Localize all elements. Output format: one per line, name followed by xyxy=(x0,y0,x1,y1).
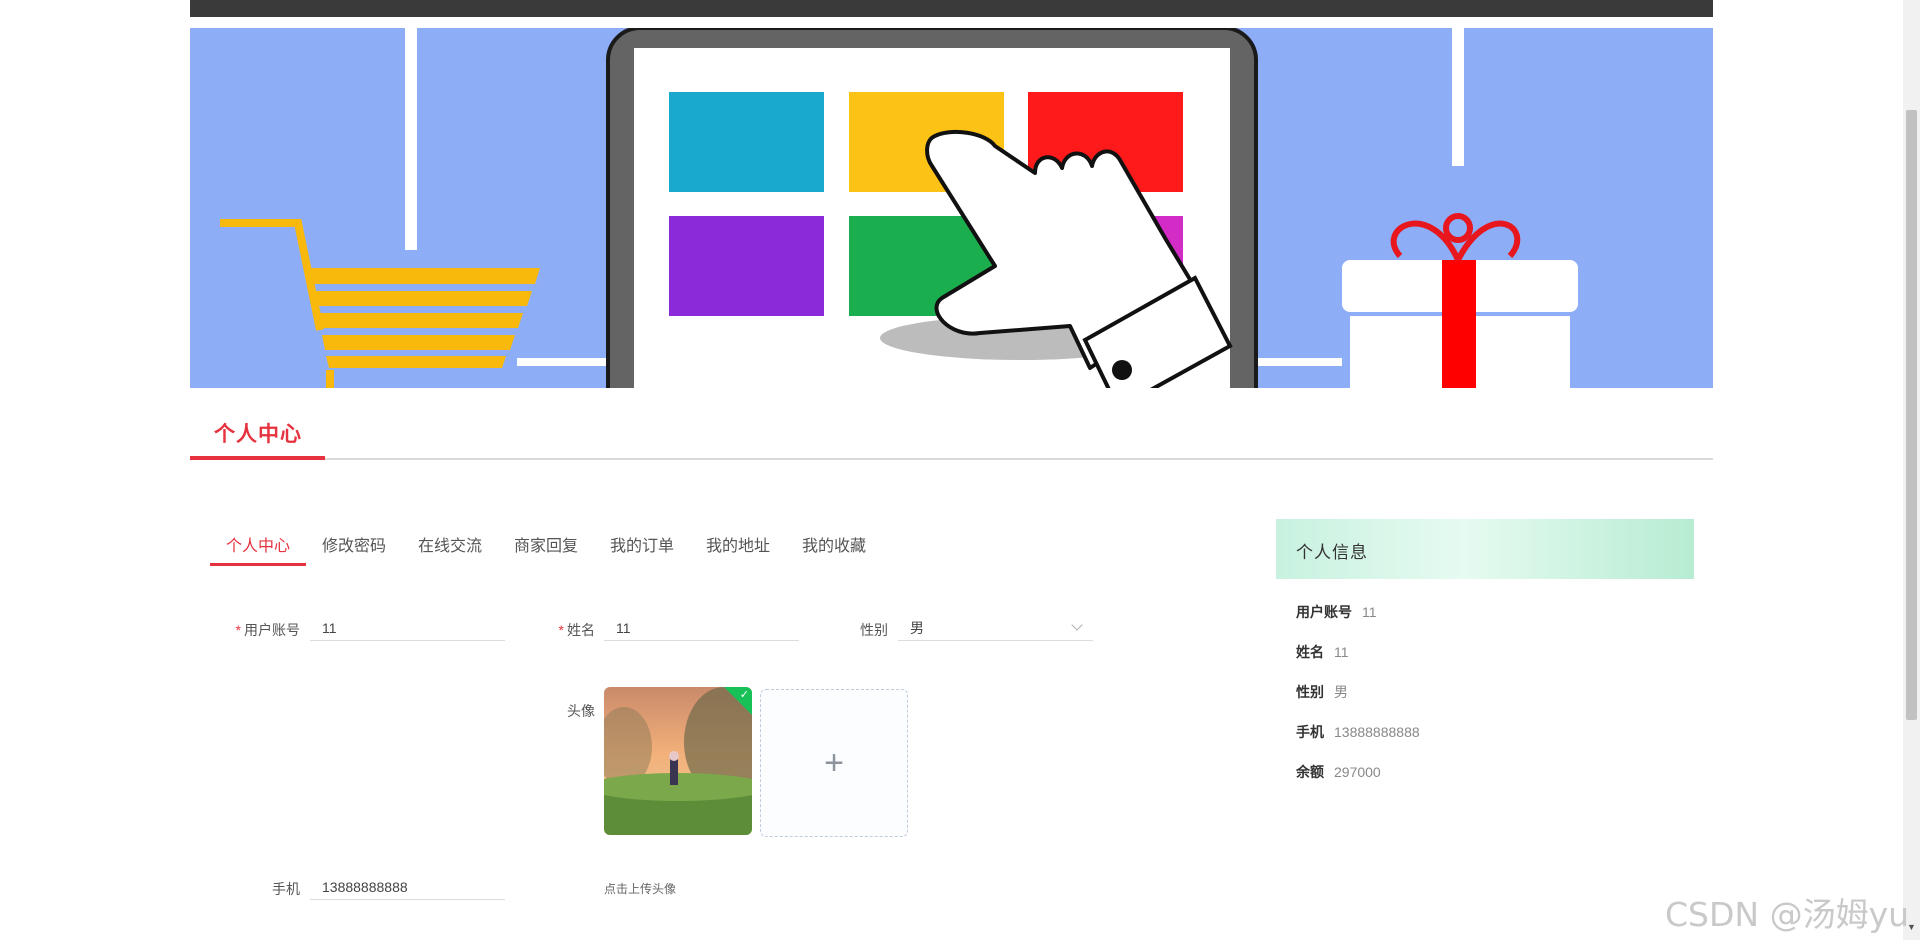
info-row-phone: 手机 13888888888 xyxy=(1296,724,1420,740)
banner-illustration xyxy=(220,28,1578,388)
check-icon: ✓ xyxy=(739,689,749,701)
avatar-image[interactable]: ✓ xyxy=(604,687,752,835)
tab-my-orders[interactable]: 我的订单 xyxy=(610,532,674,556)
avatar-label: 头像 xyxy=(567,703,595,719)
section-divider xyxy=(190,458,1713,460)
upload-hint-text: 点击上传头像 xyxy=(604,882,677,896)
tab-my-address[interactable]: 我的地址 xyxy=(706,532,770,556)
info-row-gender: 性别男 xyxy=(1296,684,1348,700)
chevron-down-icon xyxy=(1071,619,1083,631)
watermark: CSDN @汤姆yu xyxy=(1665,895,1910,934)
phone-input[interactable]: 13888888888 xyxy=(310,876,505,900)
info-row-balance: 余额 297000 xyxy=(1296,764,1381,780)
name-label: * 姓名 xyxy=(558,622,595,638)
info-panel-header: 个人信息 xyxy=(1276,519,1694,579)
banner-carousel[interactable] xyxy=(190,28,1713,388)
phone-label: 手机 xyxy=(272,881,300,897)
info-row-name: 姓名 11 xyxy=(1296,644,1349,660)
account-label: * 用户账号 xyxy=(235,622,300,638)
gender-select[interactable]: 男 xyxy=(898,617,1093,641)
plus-icon: + xyxy=(824,743,844,782)
info-row-account: 用户账号 11 xyxy=(1296,604,1377,620)
gender-label: 性别 xyxy=(860,622,888,638)
tab-online-chat[interactable]: 在线交流 xyxy=(418,532,482,556)
active-tab-indicator xyxy=(210,563,306,566)
account-input[interactable]: 11 xyxy=(310,617,505,641)
page-title: 个人中心 xyxy=(214,423,302,446)
tab-merchant-reply[interactable]: 商家回复 xyxy=(514,532,578,556)
gender-select-value: 男 xyxy=(910,620,924,636)
tab-my-favorites[interactable]: 我的收藏 xyxy=(802,532,866,556)
gift-box-icon xyxy=(1342,213,1578,388)
tab-change-password[interactable]: 修改密码 xyxy=(322,532,386,556)
top-nav-bar xyxy=(190,0,1713,17)
avatar-upload-button[interactable]: + xyxy=(760,689,908,837)
scrollbar-thumb[interactable] xyxy=(1906,110,1917,720)
name-input[interactable]: 11 xyxy=(604,617,799,641)
shopping-cart-icon xyxy=(220,219,540,388)
info-panel-title: 个人信息 xyxy=(1296,543,1368,562)
section-title-underline xyxy=(190,456,325,460)
tab-profile[interactable]: 个人中心 xyxy=(226,532,290,556)
